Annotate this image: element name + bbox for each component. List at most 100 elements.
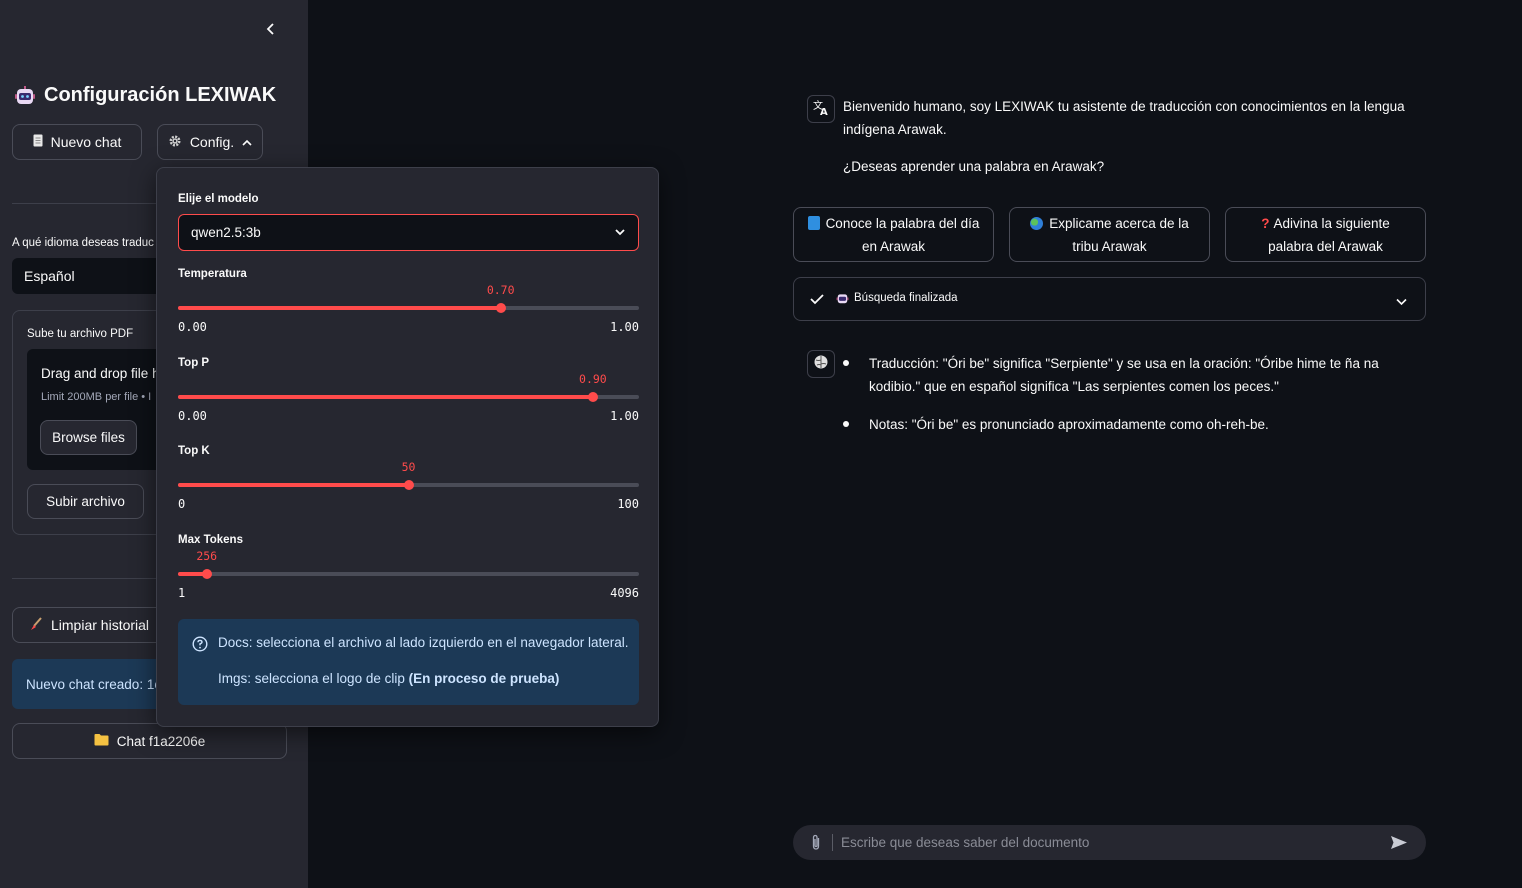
svg-text:A: A <box>820 107 828 116</box>
input-divider <box>832 834 833 851</box>
slider-value: 256 <box>196 549 218 563</box>
question-mark-icon: ? <box>1261 215 1270 231</box>
help-imgs-note: (En proceso de prueba) <box>408 671 560 686</box>
top-k-slider[interactable]: 50 0 100 <box>178 445 639 511</box>
slider-max: 100 <box>617 497 639 511</box>
model-value: qwen2.5:3b <box>191 225 261 240</box>
suggestion-2-line-2: tribu Arawak <box>1072 238 1147 254</box>
globe-icon <box>1030 216 1044 230</box>
info-alert: Nuevo chat creado: 1c <box>12 659 172 709</box>
divider <box>12 578 162 579</box>
help-docs-text: Docs: selecciona el archivo al lado izqu… <box>218 635 629 650</box>
model-select[interactable]: qwen2.5:3b <box>178 214 639 251</box>
chat-history-label: Chat f1a2206e <box>116 733 206 749</box>
clear-history-button[interactable]: Limpiar historial <box>12 607 172 643</box>
chat-history-item[interactable]: Chat f1a2206e <box>12 723 287 759</box>
check-icon <box>810 292 824 310</box>
new-chat-label: Nuevo chat <box>50 134 122 150</box>
question-circle-icon <box>192 636 208 655</box>
brain-icon <box>813 354 829 375</box>
welcome-line-2: indígena Arawak. <box>843 122 947 137</box>
paperclip-icon[interactable] <box>811 834 821 856</box>
slider-max: 1.00 <box>610 409 639 423</box>
book-icon <box>807 215 820 230</box>
clear-history-label: Limpiar historial <box>51 617 150 633</box>
bullet-point <box>843 421 849 427</box>
chat-input[interactable] <box>841 825 1381 860</box>
slider-thumb[interactable] <box>587 392 598 402</box>
drop-zone[interactable]: Drag and drop file h Limit 200MB per fil… <box>27 349 171 470</box>
search-status-text: Búsqueda finalizada <box>854 292 958 304</box>
slider-min: 0.00 <box>178 409 207 423</box>
translate-avatar: 文A <box>807 95 835 123</box>
suggestion-3-line-1: Adivina la siguiente <box>1273 215 1390 231</box>
folder-icon <box>94 733 109 749</box>
slider-max: 4096 <box>610 586 639 600</box>
slider-value: 0.90 <box>579 372 607 386</box>
top-p-slider[interactable]: 0.90 0.00 1.00 <box>178 357 639 423</box>
search-status-expander[interactable]: Búsqueda finalizada <box>793 277 1426 321</box>
suggestion-word-of-day[interactable]: Conoce la palabra del día en Arawak <box>793 207 994 262</box>
slider-track <box>178 572 639 576</box>
slider-fill <box>178 395 593 399</box>
slider-fill <box>178 483 409 487</box>
answer-notes: Notas: "Óri be" es pronunciado aproximad… <box>869 417 1269 432</box>
language-value: Español <box>24 268 75 284</box>
help-imgs-line: Imgs: selecciona el logo de clip (En pro… <box>218 671 559 686</box>
browse-files-label: Browse files <box>52 430 125 445</box>
language-label: A qué idioma deseas traduc <box>12 237 154 249</box>
slider-value: 0.70 <box>486 283 515 297</box>
robot-icon <box>836 292 849 310</box>
drop-title: Drag and drop file h <box>41 366 160 381</box>
robot-icon <box>14 85 36 107</box>
slider-value: 50 <box>401 460 416 474</box>
browse-files-button[interactable]: Browse files <box>40 420 137 455</box>
slider-min: 0.00 <box>178 320 207 334</box>
suggestion-tribe-info[interactable]: Explicame acerca de la tribu Arawak <box>1009 207 1210 262</box>
welcome-question: ¿Deseas aprender una palabra en Arawak? <box>843 159 1105 174</box>
temperature-slider[interactable]: 0.70 0.00 1.00 <box>178 268 639 334</box>
answer-line-2: kodibio." que en español significa "Las … <box>869 379 1279 394</box>
suggestion-2-line-1: Explicame acerca de la <box>1049 215 1189 231</box>
upload-label: Sube tu archivo PDF <box>27 328 134 340</box>
upload-submit-label: Subir archivo <box>46 494 125 509</box>
chevron-down-icon <box>614 224 626 243</box>
suggestion-guess-word[interactable]: ? Adivina la siguiente palabra del Arawak <box>1225 207 1426 262</box>
suggestion-1-line-1: Conoce la palabra del día <box>825 215 980 231</box>
answer-line-1: Traducción: "Óri be" significa "Serpient… <box>869 356 1379 371</box>
help-imgs-text: Imgs: selecciona el logo de clip <box>218 671 409 686</box>
slider-min: 0 <box>178 497 186 511</box>
model-label: Elije el modelo <box>178 193 259 205</box>
slider-thumb[interactable] <box>201 569 212 579</box>
sidebar-title: Configuración LEXIWAK <box>14 84 276 107</box>
gear-icon <box>168 134 182 151</box>
send-icon[interactable] <box>1390 835 1408 855</box>
chevron-down-icon <box>1396 293 1407 311</box>
sidebar-title-text: Configuración LEXIWAK <box>44 84 277 106</box>
chevron-up-icon <box>242 134 252 150</box>
welcome-line-1: Bienvenido humano, soy LEXIWAK tu asiste… <box>843 99 1405 114</box>
broom-icon <box>29 616 43 634</box>
upload-panel: Sube tu archivo PDF Drag and drop file h… <box>12 310 172 535</box>
upload-submit-button[interactable]: Subir archivo <box>27 484 144 519</box>
assistant-avatar <box>807 350 835 378</box>
config-button[interactable]: Config. <box>157 124 263 160</box>
document-icon <box>33 134 43 150</box>
help-info-box: Docs: selecciona el archivo al lado izqu… <box>178 619 639 705</box>
slider-fill <box>178 306 501 310</box>
slider-thumb[interactable] <box>495 303 506 313</box>
info-alert-text: Nuevo chat creado: 1c <box>26 676 162 692</box>
max-tokens-slider[interactable]: 256 1 4096 <box>178 534 639 600</box>
slider-min: 1 <box>178 586 186 600</box>
answer-translation: Traducción: "Óri be" significa "Serpient… <box>869 352 1429 398</box>
slider-max: 1.00 <box>610 320 639 334</box>
slider-thumb[interactable] <box>403 480 414 490</box>
config-label: Config. <box>189 134 235 150</box>
welcome-message: Bienvenido humano, soy LEXIWAK tu asiste… <box>843 95 1423 178</box>
collapse-sidebar-icon[interactable] <box>260 18 282 40</box>
language-select[interactable]: Español <box>12 258 162 294</box>
suggestion-1-line-2: en Arawak <box>861 238 926 254</box>
divider <box>12 203 162 204</box>
new-chat-button[interactable]: Nuevo chat <box>12 124 142 160</box>
config-popover: Elije el modelo qwen2.5:3b Temperatura 0… <box>156 167 659 727</box>
